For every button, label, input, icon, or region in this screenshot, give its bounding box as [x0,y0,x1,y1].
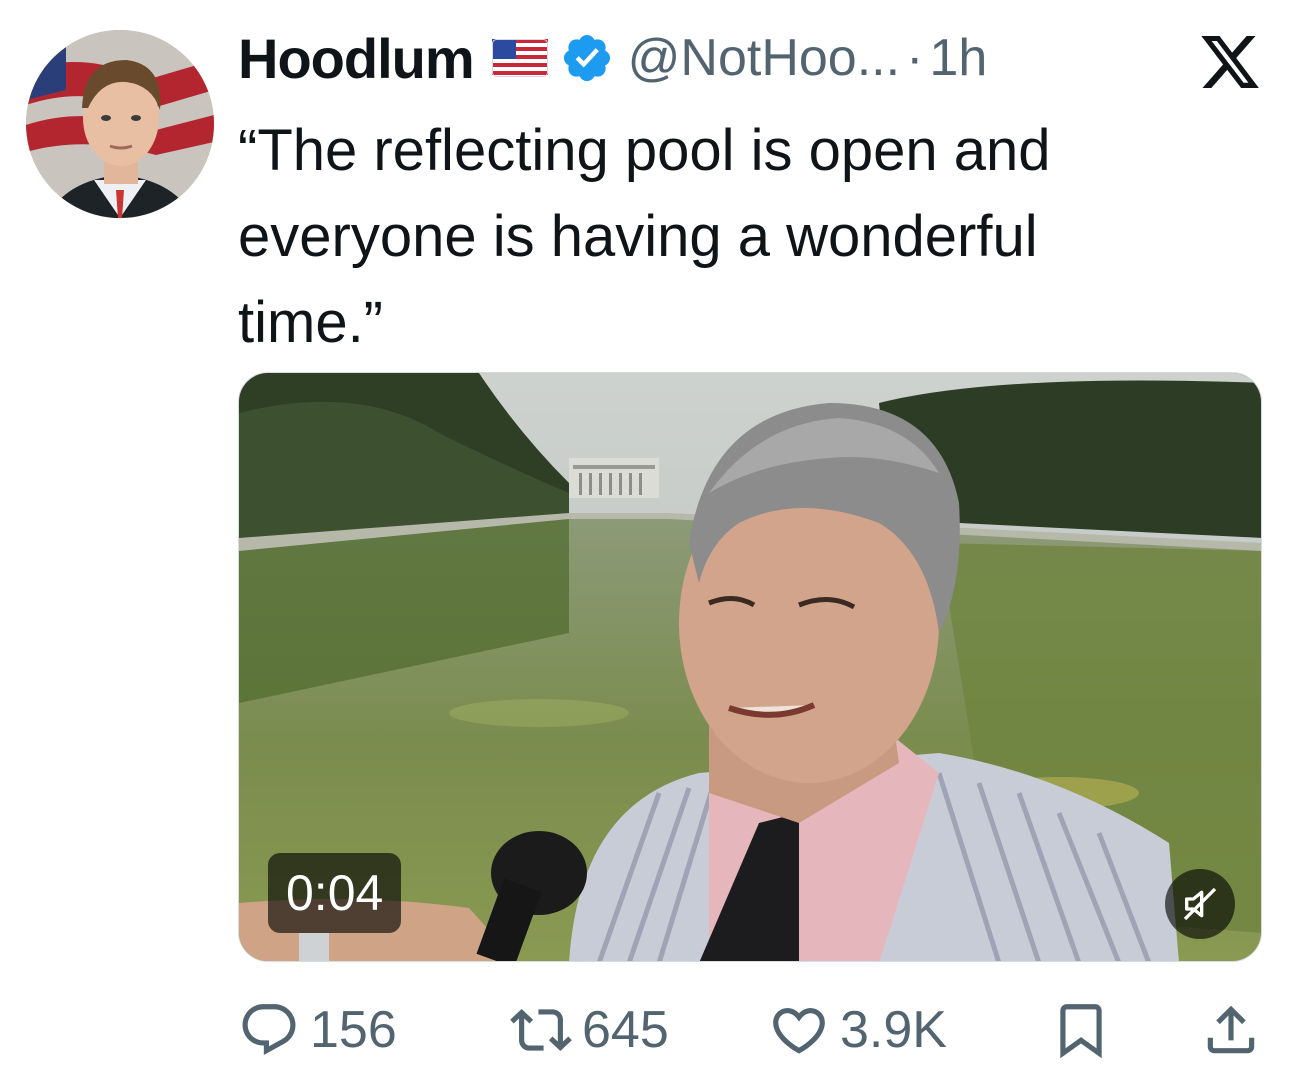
avatar-image [26,30,214,218]
like-count: 3.9K [840,1001,947,1059]
share-icon [1200,999,1262,1061]
reply-count: 156 [310,1001,397,1059]
tweet-header: Hoodlum @NotHoo... · 1h [238,22,987,94]
author-handle[interactable]: @NotHoo... [628,28,900,88]
action-bar: 156 645 3.9K [238,994,1262,1066]
repost-icon [510,999,572,1061]
reply-icon [238,999,300,1061]
speaker-muted-icon[interactable] [1165,869,1235,939]
repost-button[interactable]: 645 [510,994,669,1066]
post-time[interactable]: 1h [929,28,987,88]
reply-button[interactable]: 156 [238,994,397,1066]
avatar[interactable] [26,30,214,218]
tweet-text: “The reflecting pool is open and everyon… [238,118,1051,355]
bookmark-button[interactable] [1050,994,1112,1066]
separator-dot: · [906,29,924,87]
video-duration: 0:04 [268,853,402,933]
share-button[interactable] [1200,994,1262,1066]
like-button[interactable]: 3.9K [768,994,947,1066]
verified-check-icon[interactable] [560,31,614,85]
x-logo-icon[interactable] [1198,30,1262,94]
video-player[interactable]: 0:04 [238,372,1262,962]
repost-count: 645 [582,1001,669,1059]
heart-icon [768,999,830,1061]
us-flag-icon [491,39,548,77]
bookmark-icon [1050,999,1112,1061]
display-name[interactable]: Hoodlum [238,26,475,91]
